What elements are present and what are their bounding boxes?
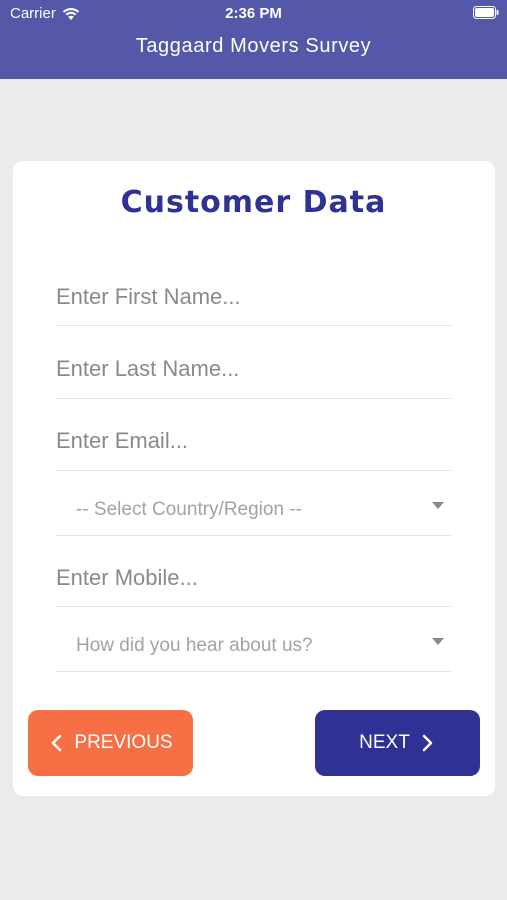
battery-icon xyxy=(473,6,499,19)
first-name-field[interactable]: Enter First Name... xyxy=(56,276,452,326)
email-placeholder: Enter Email... xyxy=(56,428,189,453)
previous-button[interactable]: PREVIOUS xyxy=(28,710,193,776)
previous-button-label: PREVIOUS xyxy=(74,732,173,753)
form-title: Customer Data xyxy=(120,185,387,220)
referral-select[interactable]: How did you hear about us? xyxy=(56,626,452,672)
next-button[interactable]: NEXT xyxy=(315,710,480,776)
caret-down-icon xyxy=(432,502,444,509)
chevron-left-icon xyxy=(52,734,62,752)
chevron-right-icon xyxy=(422,734,433,752)
caret-down-icon xyxy=(432,638,444,645)
country-select-label: -- Select Country/Region -- xyxy=(76,499,302,520)
referral-select-label: How did you hear about us? xyxy=(76,635,313,656)
country-select[interactable]: -- Select Country/Region -- xyxy=(56,490,452,536)
app-header: Carrier 2:36 PM Taggaard Movers Survey xyxy=(0,0,507,79)
next-button-label: NEXT xyxy=(359,732,410,753)
last-name-placeholder: Enter Last Name... xyxy=(56,356,240,381)
app-title: Taggaard Movers Survey xyxy=(135,35,372,57)
form-card xyxy=(13,161,495,796)
mobile-placeholder: Enter Mobile... xyxy=(56,565,198,590)
mobile-field[interactable]: Enter Mobile... xyxy=(56,558,452,607)
status-time: 2:36 PM xyxy=(225,5,282,22)
email-field[interactable]: Enter Email... xyxy=(56,422,452,471)
last-name-field[interactable]: Enter Last Name... xyxy=(56,350,452,399)
first-name-placeholder: Enter First Name... xyxy=(56,284,241,309)
